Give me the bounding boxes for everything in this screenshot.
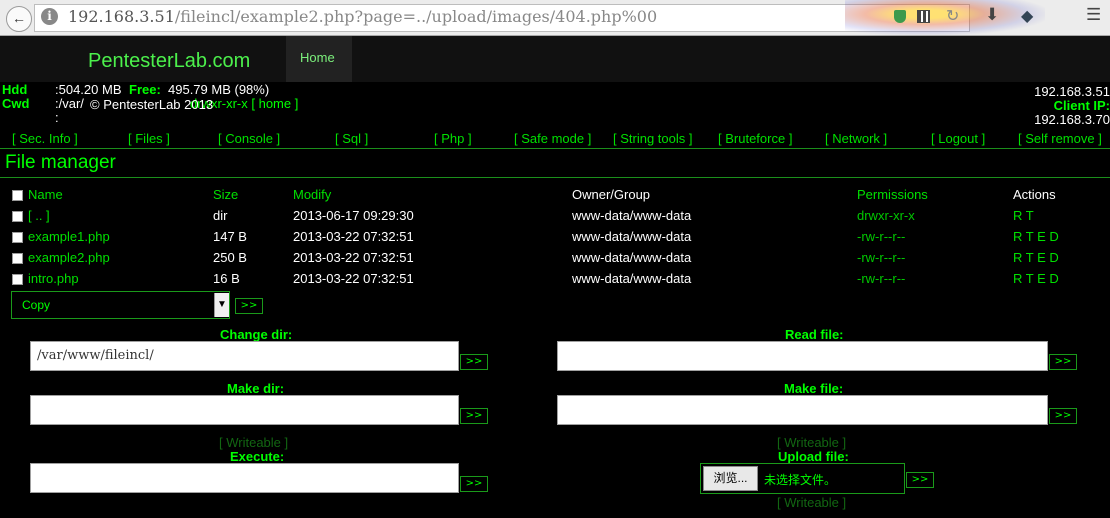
- file-actions[interactable]: R T: [1013, 208, 1034, 223]
- file-size: 147 B: [213, 229, 247, 244]
- header-modify[interactable]: Modify: [293, 187, 331, 202]
- menu-network[interactable]: [ Network ]: [825, 131, 887, 146]
- url-host: 192.168.3.51: [68, 7, 175, 26]
- url-path: /fileincl/example2.php?page=../upload/im…: [174, 7, 658, 26]
- browser-theme-decoration: [845, 0, 1045, 35]
- make-dir-writeable: [ Writeable ]: [219, 435, 289, 450]
- make-file-label: Make file:: [784, 381, 844, 396]
- menu-console[interactable]: [ Console ]: [218, 131, 280, 146]
- action-select-value: Copy: [22, 298, 51, 312]
- file-actions[interactable]: R T E D: [1013, 229, 1059, 244]
- file-owner: www-data/www-data: [572, 250, 692, 265]
- file-modified: 2013-03-22 07:32:51: [293, 229, 414, 244]
- url-text[interactable]: 192.168.3.51/fileincl/example2.php?page=…: [68, 7, 657, 26]
- file-manager-divider: [0, 177, 1110, 178]
- client-ip: 192.168.3.70: [1034, 112, 1110, 127]
- file-actions[interactable]: R T E D: [1013, 271, 1059, 286]
- menu-icon[interactable]: ☰: [1086, 5, 1101, 25]
- file-modified: 2013-03-22 07:32:51: [293, 250, 414, 265]
- menu-php[interactable]: [ Php ]: [434, 131, 472, 146]
- header-actions: Actions: [1013, 187, 1056, 202]
- change-dir-value: /var/www/fileincl/: [37, 348, 154, 363]
- file-modified: 2013-03-22 07:32:51: [293, 271, 414, 286]
- back-button[interactable]: ←: [6, 6, 32, 32]
- qr-code-icon[interactable]: [917, 10, 930, 23]
- header-name[interactable]: Name: [28, 187, 63, 202]
- upload-go-button[interactable]: >>: [906, 472, 934, 488]
- cwd-label: Cwd: [2, 96, 30, 111]
- upload-file-label: Upload file:: [778, 449, 849, 464]
- chevron-down-icon[interactable]: ▼: [214, 293, 229, 317]
- free-value: 495.79 MB (98%): [168, 82, 270, 97]
- make-file-input[interactable]: [557, 395, 1048, 425]
- file-permissions[interactable]: drwxr-xr-x: [857, 208, 915, 223]
- file-modified: 2013-06-17 09:29:30: [293, 208, 414, 223]
- select-all-checkbox[interactable]: [12, 190, 23, 201]
- make-dir-go-button[interactable]: >>: [460, 408, 488, 424]
- make-dir-label: Make dir:: [227, 381, 285, 396]
- site-info-icon[interactable]: i: [41, 8, 58, 25]
- upload-writeable: [ Writeable ]: [777, 495, 847, 510]
- menu-logout[interactable]: [ Logout ]: [931, 131, 985, 146]
- file-name-link[interactable]: intro.php: [28, 271, 79, 286]
- reload-icon[interactable]: ↻: [946, 6, 959, 26]
- file-name-link[interactable]: [ .. ]: [28, 208, 50, 223]
- read-file-label: Read file:: [785, 327, 844, 342]
- row-checkbox[interactable]: [12, 253, 23, 264]
- row-checkbox[interactable]: [12, 274, 23, 285]
- file-owner: www-data/www-data: [572, 271, 692, 286]
- execute-go-button[interactable]: >>: [460, 476, 488, 492]
- action-go-button[interactable]: >>: [235, 298, 263, 314]
- make-file-writeable: [ Writeable ]: [777, 435, 847, 450]
- header-permissions[interactable]: Permissions: [857, 187, 928, 202]
- hdd-label: Hdd: [2, 82, 28, 97]
- no-file-selected-text: 未选择文件。: [764, 473, 837, 487]
- cwd-extra: :: [55, 110, 59, 125]
- execute-input[interactable]: [30, 463, 459, 493]
- change-dir-label: Change dir:: [220, 327, 293, 342]
- file-permissions[interactable]: -rw-r--r--: [857, 229, 905, 244]
- free-label: Free:: [129, 82, 161, 97]
- hdd-value: :504.20 MB: [55, 82, 122, 97]
- menu-divider: [0, 148, 1110, 149]
- file-manager-title: File manager: [5, 152, 116, 173]
- file-permissions[interactable]: -rw-r--r--: [857, 250, 905, 265]
- menu-bruteforce[interactable]: [ Bruteforce ]: [718, 131, 792, 146]
- make-dir-input[interactable]: [30, 395, 459, 425]
- execute-label: Execute:: [230, 449, 285, 464]
- read-file-input[interactable]: [557, 341, 1048, 371]
- file-actions[interactable]: R T E D: [1013, 250, 1059, 265]
- site-title[interactable]: PentesterLab.com: [88, 50, 250, 73]
- menu-sql[interactable]: [ Sql ]: [335, 131, 368, 146]
- read-file-go-button[interactable]: >>: [1049, 354, 1077, 370]
- browse-button[interactable]: 浏览...: [703, 466, 758, 491]
- file-permissions[interactable]: -rw-r--r--: [857, 271, 905, 286]
- shield-icon[interactable]: [894, 10, 906, 23]
- menu-safe-mode[interactable]: [ Safe mode ]: [514, 131, 591, 146]
- header-owner: Owner/Group: [572, 187, 651, 202]
- theme-icon[interactable]: ◆: [1021, 6, 1033, 26]
- cwd-path[interactable]: :/var/: [55, 96, 84, 111]
- client-ip-label: Client IP:: [1053, 98, 1110, 113]
- file-name-link[interactable]: example1.php: [28, 229, 110, 244]
- menu-string-tools[interactable]: [ String tools ]: [613, 131, 693, 146]
- download-icon[interactable]: ⬇: [985, 5, 999, 25]
- menu-self-remove[interactable]: [ Self remove ]: [1018, 131, 1102, 146]
- row-checkbox[interactable]: [12, 232, 23, 243]
- change-dir-go-button[interactable]: >>: [460, 354, 488, 370]
- menu-sec-info[interactable]: [ Sec. Info ]: [12, 131, 78, 146]
- row-checkbox[interactable]: [12, 211, 23, 222]
- file-size: dir: [213, 208, 228, 223]
- file-name-link[interactable]: example2.php: [28, 250, 110, 265]
- server-ip: 192.168.3.51: [1034, 84, 1110, 99]
- copyright: © PentesterLab 2013: [90, 97, 214, 112]
- make-file-go-button[interactable]: >>: [1049, 408, 1077, 424]
- file-size: 16 B: [213, 271, 240, 286]
- file-size: 250 B: [213, 250, 247, 265]
- file-owner: www-data/www-data: [572, 229, 692, 244]
- header-size[interactable]: Size: [213, 187, 238, 202]
- menu-files[interactable]: [ Files ]: [128, 131, 170, 146]
- file-owner: www-data/www-data: [572, 208, 692, 223]
- home-link[interactable]: Home: [300, 50, 335, 65]
